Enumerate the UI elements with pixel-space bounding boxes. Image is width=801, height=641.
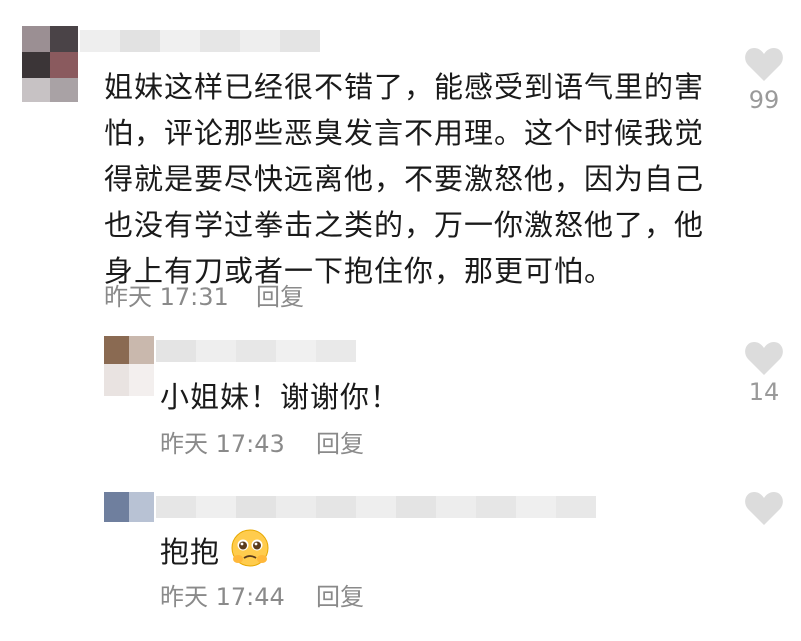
comment-text: 姐妹这样已经很不错了，能感受到语气里的害 怕，评论那些恶臭发言不用理。这个时候我… (104, 64, 724, 294)
pleading-face-emoji (230, 528, 270, 568)
username-blurred[interactable] (156, 494, 596, 520)
comment-line: 也没有学过拳击之类的，万一你激怒他了，他 (104, 208, 705, 242)
comment-line: 怕，评论那些恶臭发言不用理。这个时候我觉 (104, 116, 705, 150)
reply-time: 昨天 17:44 (160, 583, 285, 611)
like-count: 99 (748, 86, 780, 114)
username-blurred[interactable] (80, 28, 340, 54)
avatar[interactable] (22, 26, 78, 102)
reply-text: 抱抱 (160, 528, 270, 575)
comment-line: 得就是要尽快远离他，不要激怒他，因为自己 (104, 162, 705, 196)
reply-time: 昨天 17:43 (160, 430, 285, 458)
reply-button[interactable]: 回复 (256, 282, 304, 312)
heart-icon[interactable] (744, 46, 784, 82)
heart-icon[interactable] (744, 490, 784, 526)
reply-button[interactable]: 回复 (316, 429, 364, 459)
comment-line: 姐妹这样已经很不错了，能感受到语气里的害 (104, 70, 705, 104)
avatar[interactable] (104, 336, 154, 396)
like-count: 14 (748, 378, 780, 406)
heart-icon[interactable] (744, 340, 784, 376)
avatar[interactable] (104, 492, 154, 522)
reply-text-label: 抱抱 (160, 535, 221, 569)
reply-text: 小姐妹！谢谢你！ (160, 380, 401, 414)
username-blurred[interactable] (156, 338, 356, 364)
reply-button[interactable]: 回复 (316, 582, 364, 612)
comment-time: 昨天 17:31 (104, 283, 229, 311)
